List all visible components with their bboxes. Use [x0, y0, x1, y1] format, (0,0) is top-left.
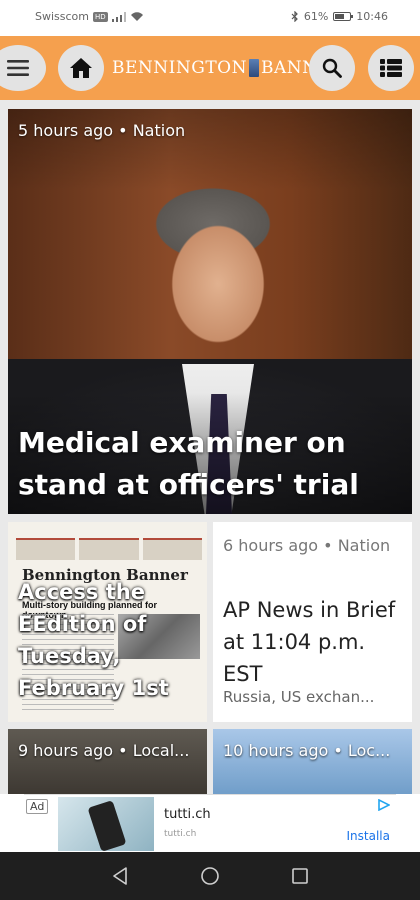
system-nav-bar [0, 852, 420, 900]
brief-article-title: AP News in Brief at 11:04 p.m. EST [223, 598, 396, 686]
eedition-card[interactable]: Bennington Banner Multi-story building p… [8, 522, 207, 722]
recents-icon [292, 868, 308, 884]
back-icon [113, 867, 127, 885]
hamburger-icon [7, 60, 29, 76]
hero-article-card[interactable]: 5 hours ago • Nation Medical examiner on… [8, 109, 412, 514]
local-article-meta: 9 hours ago • Local... [18, 741, 190, 760]
eedition-title: Access the EEdition of Tuesday, February… [18, 580, 169, 700]
carrier-name: Swisscom [35, 10, 89, 23]
home-button[interactable] [58, 45, 104, 91]
clock: 10:46 [356, 10, 388, 23]
brief-article-meta: 6 hours ago • Nation [223, 536, 391, 555]
logo-mark-icon [248, 59, 259, 77]
ad-image[interactable] [58, 797, 154, 852]
local-article-card-2[interactable]: 10 hours ago • Loc... [213, 729, 412, 797]
ad-choices-icon[interactable] [378, 799, 390, 811]
brief-article-subtitle: Russia, US exchan... [223, 688, 375, 706]
home-nav-button[interactable] [196, 862, 224, 890]
battery-icon [333, 12, 354, 21]
ad-install-button[interactable]: Installa [347, 829, 390, 843]
ad-title[interactable]: tutti.ch [164, 807, 211, 822]
network-badge: HD [93, 11, 108, 22]
list-icon [380, 59, 402, 77]
status-right: 61% 10:46 [291, 10, 388, 23]
recents-button[interactable] [286, 862, 314, 890]
home-icon [70, 58, 92, 78]
sections-button[interactable] [368, 45, 414, 91]
app-header: BENNINGTON BANNER [0, 36, 420, 100]
ad-label: Ad [26, 799, 49, 814]
brief-article-card[interactable]: 6 hours ago • Nation AP News in Brief at… [213, 522, 412, 722]
back-button[interactable] [106, 862, 134, 890]
home-circle-icon [201, 867, 219, 885]
ad-subtitle: tutti.ch [164, 829, 197, 839]
hero-article-title: Medical examiner on stand at officers' t… [18, 426, 359, 514]
logo-text-left: BENNINGTON [112, 58, 247, 78]
search-icon [322, 58, 342, 78]
hero-article-meta: 5 hours ago • Nation [18, 121, 186, 140]
local-article-card[interactable]: 9 hours ago • Local... [8, 729, 207, 797]
local-article-meta-2: 10 hours ago • Loc... [223, 741, 391, 760]
menu-button[interactable] [0, 45, 46, 91]
ad-phone-image [87, 800, 127, 852]
search-button[interactable] [309, 45, 355, 91]
status-bar: Swisscom HD 61% 10:46 [0, 0, 420, 36]
signal-icon [111, 11, 126, 22]
wifi-icon [130, 11, 143, 21]
newspaper-teaser-strip [16, 538, 202, 560]
status-left: Swisscom HD [35, 10, 144, 23]
battery-percent: 61% [303, 10, 329, 23]
ad-banner[interactable]: Ad tutti.ch tutti.ch Installa [0, 794, 420, 852]
ad-content[interactable]: Ad tutti.ch tutti.ch Installa [24, 794, 396, 852]
bluetooth-icon [291, 11, 298, 22]
